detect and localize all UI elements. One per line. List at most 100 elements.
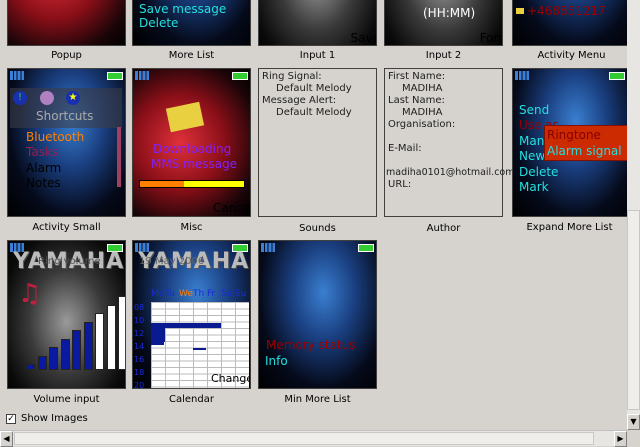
field-value: Default Melody	[276, 107, 352, 118]
calendar-event[interactable]	[193, 348, 206, 350]
alert-icon: !	[13, 91, 27, 105]
scroll-left-button[interactable]: ◀	[0, 431, 13, 447]
calendar-day: Fr	[207, 289, 216, 299]
thumb-label: Activity Small	[32, 222, 101, 233]
scroll-thumb[interactable]	[627, 210, 640, 410]
thumb-min-more-list[interactable]: Memory status Info	[258, 240, 377, 389]
email-value: madiha0101@hotmail.com	[386, 167, 515, 178]
thumb-popup[interactable]	[7, 0, 126, 46]
author-panel[interactable]: First Name: MADIHA Last Name: MADIHA Org…	[384, 68, 515, 217]
thumb-input-2[interactable]: (HH:MM) Format	[384, 0, 503, 46]
calendar-hour: 14	[134, 342, 145, 351]
shortcut-tasks[interactable]: Tasks	[26, 145, 58, 159]
calendar-hour: 16	[134, 355, 145, 364]
field-label: Last Name:	[388, 95, 445, 106]
calendar-hour: 12	[134, 329, 145, 338]
thumb-label: Author	[426, 223, 461, 234]
thumb-activity-small[interactable]: ! ★ Shortcuts Bluetooth Tasks Alarm Note…	[7, 68, 126, 217]
thumb-calendar[interactable]: YAMAHA 19 May 2006 Mo Tu We Th Fr Sa Su 08 10 12 1…	[132, 240, 251, 389]
battery-icon	[358, 244, 374, 252]
signal-icon	[515, 71, 529, 80]
vertical-scrollbar[interactable]: ▼	[627, 0, 640, 430]
signal-icon	[261, 243, 275, 252]
volume-bar	[106, 304, 116, 370]
thumb-label: Volume input	[33, 394, 100, 405]
volume-bar	[60, 338, 70, 370]
scrollbar	[117, 127, 121, 187]
thumb-misc[interactable]: Downloading MMS message Cancel	[132, 68, 251, 217]
calendar-date: 19 May 2006	[139, 256, 205, 267]
menu-item[interactable]: Send	[519, 103, 549, 117]
menu-item[interactable]: Mark	[519, 180, 549, 194]
calendar-event[interactable]	[151, 323, 165, 342]
battery-icon	[232, 72, 248, 80]
calendar-hour: 08	[134, 303, 145, 312]
volume-bar	[49, 347, 58, 370]
field-value: MADIHA	[402, 83, 443, 94]
music-note-icon: ♫	[18, 279, 42, 309]
scroll-thumb[interactable]	[14, 432, 594, 445]
submenu-alarm-signal[interactable]: Alarm signal	[547, 144, 622, 158]
softkey: Save	[350, 31, 376, 45]
show-images-checkbox[interactable]: ✓ Show Images	[6, 413, 88, 424]
thumb-label: Sounds	[299, 223, 336, 234]
calendar-event[interactable]	[165, 323, 221, 328]
menu-item[interactable]: New	[519, 149, 545, 163]
calendar-day: We	[179, 289, 193, 299]
calendar-day: Sa	[221, 289, 233, 299]
thumb-label: Calendar	[169, 394, 214, 405]
softkey-cancel[interactable]: Cancel	[213, 201, 250, 215]
thumb-activity-menu[interactable]: +468851217	[512, 0, 631, 46]
calendar-hour: 10	[134, 316, 145, 325]
scroll-right-button[interactable]: ▶	[614, 431, 627, 447]
shortcut-bluetooth[interactable]: Bluetooth	[26, 130, 84, 144]
softkey-change[interactable]: Change	[211, 372, 250, 385]
thumb-volume-input[interactable]: YAMAHA Ring volume ♫	[7, 240, 126, 389]
field-value: MADIHA	[402, 107, 443, 118]
submenu-ringtone[interactable]: Ringtone	[547, 128, 601, 142]
shortcut-notes[interactable]: Notes	[26, 176, 61, 190]
thumb-label: Input 2	[425, 50, 462, 61]
thumb-input-1[interactable]: Save	[258, 0, 377, 46]
mms-icon	[165, 101, 205, 133]
menu-item[interactable]: Info	[265, 354, 288, 368]
time-format: (HH:MM)	[423, 6, 476, 20]
field-label: First Name:	[388, 71, 446, 82]
field-label: URL:	[388, 179, 412, 190]
volume-bar	[118, 296, 125, 370]
thumb-label: Min More List	[284, 394, 351, 405]
volume-bar	[26, 364, 35, 370]
thumb-label: Expand More List	[526, 222, 613, 233]
resize-grip[interactable]	[627, 430, 640, 446]
thumb-label: Input 1	[299, 50, 336, 61]
sounds-panel[interactable]: Ring Signal: Default Melody Message Aler…	[258, 68, 377, 217]
volume-bar	[95, 313, 104, 370]
shortcut-alarm[interactable]: Alarm	[26, 161, 61, 175]
star-icon: ★	[66, 91, 80, 105]
field-label: E-Mail:	[388, 143, 422, 154]
horizontal-scrollbar[interactable]: ◀ ▶	[0, 430, 627, 447]
envelope-icon	[516, 8, 524, 14]
volume-bar	[72, 330, 81, 370]
field-label: Ring Signal:	[262, 71, 322, 82]
menu-item: Delete	[139, 16, 179, 30]
calendar-day: Mo	[151, 289, 165, 299]
field-value: Default Melody	[276, 83, 352, 94]
checkbox-icon[interactable]: ✓	[6, 413, 16, 424]
calendar-day: Th	[193, 289, 205, 299]
thumb-label: Popup	[51, 50, 82, 61]
show-images-label: Show Images	[21, 413, 88, 424]
shortcuts-title: Shortcuts	[36, 109, 94, 123]
thumb-expand-more-list[interactable]: Send Use as Manage New Delete Mark Ringt…	[512, 68, 628, 217]
menu-item[interactable]: Delete	[519, 165, 558, 179]
calendar-event[interactable]	[151, 342, 164, 345]
menu-item[interactable]: Memory status	[266, 338, 356, 352]
thumb-label: More List	[168, 50, 215, 61]
download-message: MMS message	[151, 157, 238, 171]
menu-item: Save message	[139, 2, 227, 16]
battery-icon	[609, 72, 625, 80]
scroll-down-button[interactable]: ▼	[627, 414, 640, 430]
thumb-label: Misc	[180, 222, 203, 233]
thumb-more-list[interactable]: Save message Delete	[132, 0, 251, 46]
field-label: Message Alert:	[262, 95, 337, 106]
